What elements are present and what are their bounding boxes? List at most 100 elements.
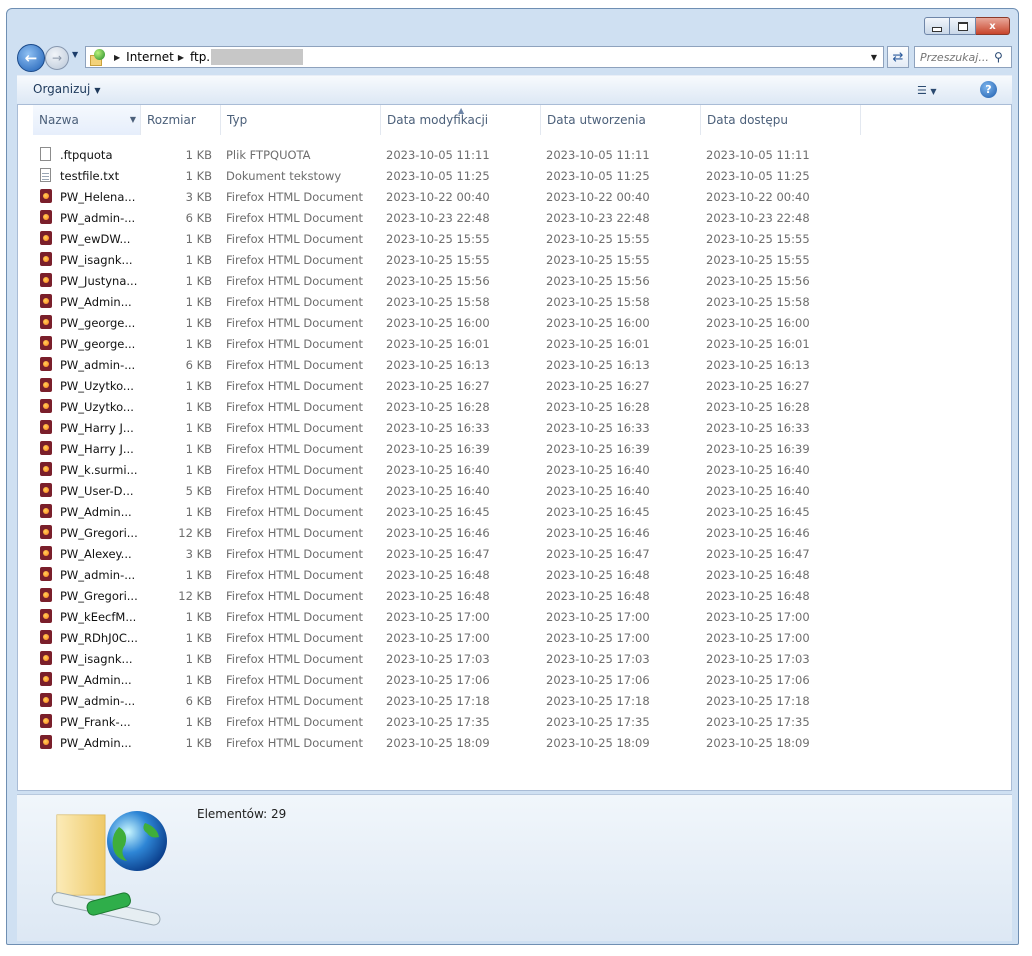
file-row[interactable]: PW_Helena... 3 KB Firefox HTML Document 202…: [18, 187, 1011, 208]
file-row[interactable]: .ftpquota 1 KB Plik FTPQUOTA 2023-10-05 11:…: [18, 145, 1011, 166]
column-header-accessed[interactable]: Data dostępu: [701, 105, 861, 135]
file-name[interactable]: PW_Harry J...: [60, 442, 134, 456]
file-name[interactable]: PW_Admin...: [60, 505, 132, 519]
file-row[interactable]: PW_george... 1 KB Firefox HTML Document 202…: [18, 313, 1011, 334]
file-name[interactable]: PW_Alexey...: [60, 547, 132, 561]
file-row[interactable]: PW_Admin... 1 KB Firefox HTML Document 2023…: [18, 502, 1011, 523]
file-name[interactable]: PW_george...: [60, 316, 135, 330]
file-row[interactable]: PW_Harry J... 1 KB Firefox HTML Document 20…: [18, 418, 1011, 439]
search-icon[interactable]: ⚲: [994, 50, 1003, 64]
date-accessed: 2023-10-23 22:48: [706, 211, 810, 225]
file-row[interactable]: PW_k.surmi... 1 KB Firefox HTML Document 20…: [18, 460, 1011, 481]
file-size: 1 KB: [185, 652, 212, 666]
file-name[interactable]: PW_Admin...: [60, 736, 132, 750]
file-name[interactable]: PW_RDhJ0C...: [60, 631, 138, 645]
file-name[interactable]: PW_admin-...: [60, 694, 135, 708]
file-row[interactable]: PW_admin-... 1 KB Firefox HTML Document 202…: [18, 565, 1011, 586]
file-row[interactable]: PW_Justyna... 1 KB Firefox HTML Document 20…: [18, 271, 1011, 292]
date-modified: 2023-10-25 16:40: [386, 484, 490, 498]
date-accessed: 2023-10-25 16:28: [706, 400, 810, 414]
file-row[interactable]: PW_isagnk... 1 KB Firefox HTML Document 202…: [18, 649, 1011, 670]
file-row[interactable]: PW_Gregori... 12 KB Firefox HTML Document 2…: [18, 586, 1011, 607]
date-accessed: 2023-10-05 11:25: [706, 169, 810, 183]
file-row[interactable]: PW_Admin... 1 KB Firefox HTML Document 2023…: [18, 292, 1011, 313]
file-row[interactable]: PW_Alexey... 3 KB Firefox HTML Document 202…: [18, 544, 1011, 565]
date-modified: 2023-10-25 16:39: [386, 442, 490, 456]
file-row[interactable]: PW_george... 1 KB Firefox HTML Document 202…: [18, 334, 1011, 355]
column-filter-dropdown-icon[interactable]: ▼: [130, 105, 136, 135]
file-name[interactable]: PW_Frank-...: [60, 715, 131, 729]
file-row[interactable]: PW_admin-... 6 KB Firefox HTML Document 202…: [18, 208, 1011, 229]
organize-button[interactable]: Organizuj ▼: [33, 82, 100, 96]
file-name[interactable]: PW_Gregori...: [60, 526, 138, 540]
close-button[interactable]: x: [976, 17, 1010, 35]
file-name[interactable]: PW_Admin...: [60, 673, 132, 687]
help-button[interactable]: ?: [980, 81, 997, 98]
file-name[interactable]: PW_Justyna...: [60, 274, 137, 288]
file-name[interactable]: PW_Gregori...: [60, 589, 138, 603]
file-row[interactable]: PW_Admin... 1 KB Firefox HTML Document 2023…: [18, 670, 1011, 691]
file-row[interactable]: PW_Harry J... 1 KB Firefox HTML Document 20…: [18, 439, 1011, 460]
file-name[interactable]: PW_admin-...: [60, 568, 135, 582]
breadcrumb-separator-icon[interactable]: ▶: [114, 53, 120, 62]
file-size: 6 KB: [185, 694, 212, 708]
address-bar[interactable]: ▶ Internet ▶ ftp. ▼: [85, 46, 884, 68]
file-row[interactable]: PW_Uzytko... 1 KB Firefox HTML Document 202…: [18, 397, 1011, 418]
date-created: 2023-10-25 16:39: [546, 442, 650, 456]
views-button[interactable]: ☰ ▼: [917, 84, 937, 97]
file-row[interactable]: PW_Frank-... 1 KB Firefox HTML Document 202…: [18, 712, 1011, 733]
file-row[interactable]: PW_ewDW... 1 KB Firefox HTML Document 2023-…: [18, 229, 1011, 250]
search-input[interactable]: [915, 49, 994, 65]
file-row[interactable]: PW_User-D... 5 KB Firefox HTML Document 202…: [18, 481, 1011, 502]
file-name[interactable]: PW_isagnk...: [60, 253, 133, 267]
file-name[interactable]: PW_Uzytko...: [60, 379, 134, 393]
file-row[interactable]: PW_Admin... 1 KB Firefox HTML Document 2023…: [18, 733, 1011, 754]
column-header-type[interactable]: Typ: [221, 105, 381, 135]
file-row[interactable]: PW_RDhJ0C... 1 KB Firefox HTML Document 202…: [18, 628, 1011, 649]
back-button[interactable]: ←: [17, 44, 45, 72]
file-row[interactable]: PW_admin-... 6 KB Firefox HTML Document 202…: [18, 691, 1011, 712]
file-name[interactable]: PW_kEecfM...: [60, 610, 136, 624]
file-row[interactable]: PW_admin-... 6 KB Firefox HTML Document 202…: [18, 355, 1011, 376]
date-created: 2023-10-25 16:48: [546, 589, 650, 603]
file-name[interactable]: PW_Uzytko...: [60, 400, 134, 414]
file-name[interactable]: PW_User-D...: [60, 484, 134, 498]
file-name[interactable]: PW_k.surmi...: [60, 463, 138, 477]
refresh-button[interactable]: ⇄: [887, 46, 909, 68]
file-name[interactable]: testfile.txt: [60, 169, 119, 183]
file-name[interactable]: PW_admin-...: [60, 211, 135, 225]
date-modified: 2023-10-25 15:55: [386, 253, 490, 267]
date-modified: 2023-10-25 15:55: [386, 232, 490, 246]
file-name[interactable]: PW_isagnk...: [60, 652, 133, 666]
firefox-html-file-icon: [40, 441, 54, 457]
file-row[interactable]: testfile.txt 1 KB Dokument tekstowy 2023-10…: [18, 166, 1011, 187]
file-name[interactable]: PW_george...: [60, 337, 135, 351]
forward-button[interactable]: →: [45, 46, 69, 70]
file-name[interactable]: PW_Admin...: [60, 295, 132, 309]
firefox-html-file-icon: [40, 336, 54, 352]
column-header-name[interactable]: Nazwa ▼: [33, 105, 141, 135]
file-row[interactable]: PW_isagnk... 1 KB Firefox HTML Document 202…: [18, 250, 1011, 271]
breadcrumb-internet[interactable]: Internet: [126, 50, 174, 64]
breadcrumb-ftp[interactable]: ftp.: [190, 50, 210, 64]
column-header-created[interactable]: Data utworzenia: [541, 105, 701, 135]
address-dropdown-icon[interactable]: ▼: [871, 53, 877, 62]
file-name[interactable]: PW_Helena...: [60, 190, 135, 204]
breadcrumb-separator-icon[interactable]: ▶: [178, 53, 184, 62]
maximize-button[interactable]: [950, 17, 976, 35]
file-type: Firefox HTML Document: [226, 694, 363, 708]
file-name[interactable]: PW_Harry J...: [60, 421, 134, 435]
minimize-button[interactable]: [924, 17, 950, 35]
file-name[interactable]: PW_admin-...: [60, 358, 135, 372]
firefox-html-file-icon: [40, 672, 54, 688]
firefox-html-file-icon: [40, 546, 54, 562]
file-name[interactable]: PW_ewDW...: [60, 232, 130, 246]
file-name[interactable]: .ftpquota: [60, 148, 113, 162]
date-accessed: 2023-10-25 18:09: [706, 736, 810, 750]
search-box[interactable]: ⚲: [914, 46, 1012, 68]
file-row[interactable]: PW_kEecfM... 1 KB Firefox HTML Document 202…: [18, 607, 1011, 628]
column-header-size[interactable]: Rozmiar: [141, 105, 221, 135]
file-row[interactable]: PW_Uzytko... 1 KB Firefox HTML Document 202…: [18, 376, 1011, 397]
file-row[interactable]: PW_Gregori... 12 KB Firefox HTML Document 2…: [18, 523, 1011, 544]
recent-pages-button[interactable]: ▼: [72, 50, 78, 59]
